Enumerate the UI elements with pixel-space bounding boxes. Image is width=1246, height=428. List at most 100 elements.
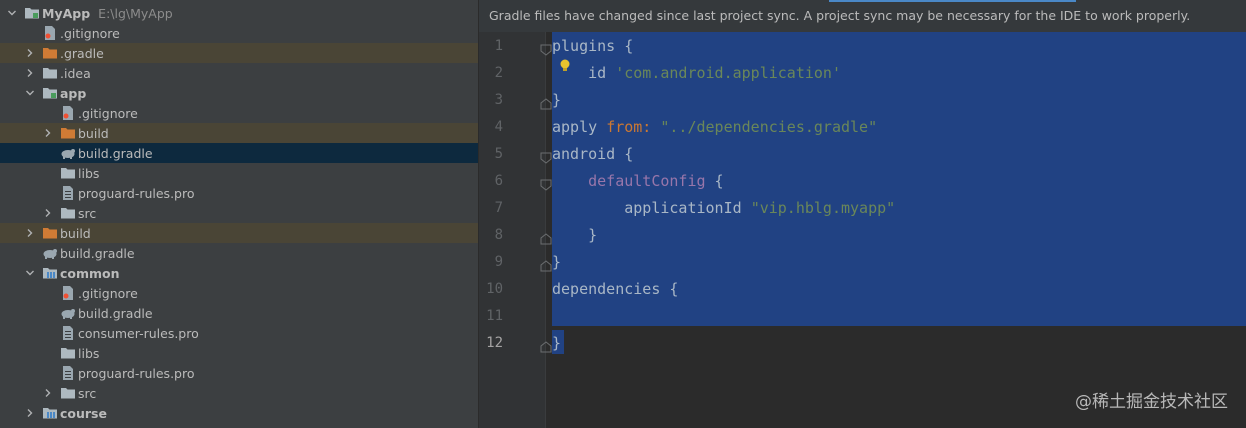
chevron-down-icon[interactable] bbox=[6, 3, 18, 23]
line-number: 6 bbox=[494, 173, 503, 189]
code-line[interactable]: dependencies { bbox=[552, 280, 678, 298]
active-tab-indicator bbox=[829, 0, 1076, 2]
code-line[interactable]: id 'com.android.application' bbox=[552, 64, 841, 82]
chevron-right-icon[interactable] bbox=[42, 383, 54, 403]
folder-icon bbox=[60, 385, 76, 401]
gitignore-file-icon bbox=[42, 25, 58, 41]
code-line[interactable]: apply from: "../dependencies.gradle" bbox=[552, 118, 877, 136]
library-module-icon bbox=[42, 265, 58, 281]
code-line[interactable]: } bbox=[552, 334, 561, 352]
code-line[interactable]: android { bbox=[552, 145, 633, 163]
tree-item-label: build bbox=[78, 125, 109, 141]
tree-item-label: proguard-rules.pro bbox=[78, 365, 195, 381]
tree-item[interactable]: app bbox=[0, 83, 478, 103]
line-number: 11 bbox=[486, 308, 503, 324]
code-token: { bbox=[705, 172, 724, 190]
fold-open-icon[interactable] bbox=[540, 149, 552, 164]
code-token: id bbox=[552, 64, 616, 82]
folder-icon bbox=[42, 65, 58, 81]
code-token: plugins { bbox=[552, 37, 634, 55]
code-editor[interactable]: Gradle files have changed since last pro… bbox=[479, 0, 1246, 428]
text-file-icon bbox=[60, 185, 76, 201]
line-number: 12 bbox=[486, 335, 503, 351]
tree-item-label: build bbox=[60, 225, 91, 241]
tree-item[interactable]: src bbox=[0, 203, 478, 223]
line-number: 7 bbox=[494, 200, 503, 216]
tree-item-label: build.gradle bbox=[60, 245, 135, 261]
tree-item[interactable]: build bbox=[0, 223, 478, 243]
tree-item[interactable]: MyApp E:\lg\MyApp bbox=[0, 3, 478, 23]
chevron-right-icon[interactable] bbox=[24, 223, 36, 243]
line-number: 4 bbox=[494, 119, 503, 135]
code-token: apply bbox=[552, 118, 607, 136]
chevron-right-icon[interactable] bbox=[24, 63, 36, 83]
folder-icon bbox=[60, 345, 76, 361]
fold-open-icon[interactable] bbox=[540, 41, 552, 56]
tree-item[interactable]: libs bbox=[0, 163, 478, 183]
code-token: "../dependencies.gradle" bbox=[660, 118, 878, 136]
chevron-down-icon[interactable] bbox=[24, 83, 36, 103]
fold-close-icon[interactable] bbox=[540, 257, 552, 272]
chevron-down-icon[interactable] bbox=[24, 263, 36, 283]
gradle-file-icon bbox=[42, 245, 58, 261]
watermark: @稀土掘金技术社区 bbox=[1075, 392, 1228, 412]
chevron-right-icon[interactable] bbox=[24, 43, 36, 63]
tree-item[interactable]: course bbox=[0, 403, 478, 423]
line-number: 2 bbox=[494, 65, 503, 81]
code-line[interactable]: applicationId "vip.hblg.myapp" bbox=[552, 199, 895, 217]
code-line[interactable]: defaultConfig { bbox=[552, 172, 724, 190]
gradle-sync-banner: Gradle files have changed since last pro… bbox=[479, 0, 1246, 32]
tree-item[interactable]: proguard-rules.pro bbox=[0, 183, 478, 203]
code-line[interactable]: } bbox=[552, 91, 561, 109]
chevron-right-icon[interactable] bbox=[42, 123, 54, 143]
code-token: defaultConfig bbox=[588, 172, 706, 190]
tree-item-label: consumer-rules.pro bbox=[78, 325, 199, 341]
tree-item[interactable]: build bbox=[0, 123, 478, 143]
tree-item[interactable]: common bbox=[0, 263, 478, 283]
tree-item-label: build.gradle bbox=[78, 145, 153, 161]
tree-item-label: build.gradle bbox=[78, 305, 153, 321]
code-token: "vip.hblg.myapp" bbox=[750, 199, 896, 217]
tree-item[interactable]: .gradle bbox=[0, 43, 478, 63]
code-token: } bbox=[552, 334, 562, 352]
line-number: 5 bbox=[494, 146, 503, 162]
code-token: 'com.android.application' bbox=[615, 64, 841, 82]
tree-item[interactable]: consumer-rules.pro bbox=[0, 323, 478, 343]
tree-item[interactable]: src bbox=[0, 383, 478, 403]
tree-item[interactable]: .idea bbox=[0, 63, 478, 83]
code-line[interactable]: } bbox=[552, 226, 597, 244]
code-line[interactable]: } bbox=[552, 253, 561, 271]
tree-item[interactable]: .gitignore bbox=[0, 23, 478, 43]
project-tree[interactable]: MyApp E:\lg\MyApp .gitignore .gradle .idea ap… bbox=[0, 0, 478, 428]
fold-close-icon[interactable] bbox=[540, 95, 552, 110]
tree-item-label: proguard-rules.pro bbox=[78, 185, 195, 201]
chevron-right-icon[interactable] bbox=[24, 403, 36, 423]
tree-item[interactable]: build.gradle bbox=[0, 243, 478, 263]
tree-item[interactable]: build.gradle bbox=[0, 143, 478, 163]
tree-item-label: common bbox=[60, 265, 120, 281]
fold-close-icon[interactable] bbox=[540, 338, 552, 353]
tree-item-label: app bbox=[60, 85, 87, 101]
tree-item-label: .gradle bbox=[60, 45, 104, 61]
tree-item[interactable]: proguard-rules.pro bbox=[0, 363, 478, 383]
tree-item-label: src bbox=[78, 385, 97, 401]
code-line[interactable]: plugins { bbox=[552, 37, 633, 55]
fold-open-icon[interactable] bbox=[540, 176, 552, 191]
code-token: } bbox=[552, 91, 562, 109]
chevron-right-icon[interactable] bbox=[42, 203, 54, 223]
gradle-sync-message: Gradle files have changed since last pro… bbox=[489, 8, 1191, 23]
tree-item-label: .gitignore bbox=[78, 285, 138, 301]
tree-item[interactable]: .gitignore bbox=[0, 103, 478, 123]
tree-item[interactable]: libs bbox=[0, 343, 478, 363]
fold-close-icon[interactable] bbox=[540, 230, 552, 245]
tree-item[interactable]: build.gradle bbox=[0, 303, 478, 323]
tree-item[interactable]: .gitignore bbox=[0, 283, 478, 303]
code-token: android { bbox=[552, 145, 634, 163]
